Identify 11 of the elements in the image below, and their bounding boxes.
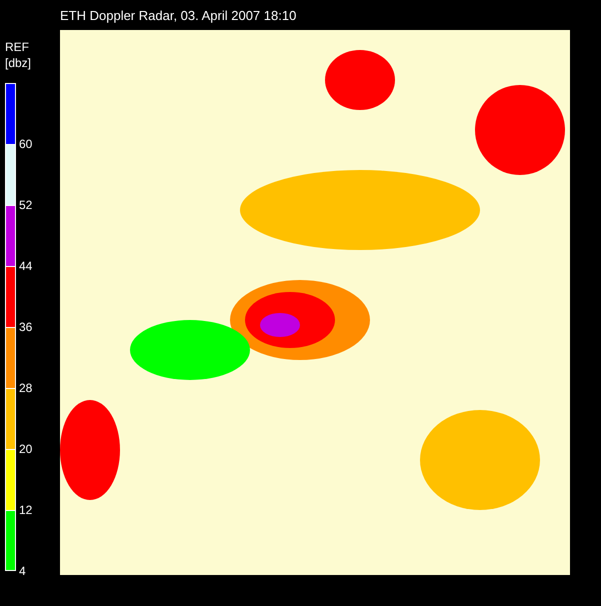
legend-value: 28 [19, 382, 32, 394]
legend-value: 20 [19, 443, 32, 455]
legend-value: 36 [19, 321, 32, 333]
legend-unit: [dbz] [4, 55, 32, 71]
legend-value: 4 [19, 565, 26, 577]
legend-value: 60 [19, 138, 32, 150]
legend-value: 12 [19, 504, 32, 516]
legend-title: REF [4, 39, 30, 55]
legend-value: 52 [19, 199, 32, 211]
radar-title: ETH Doppler Radar, 03. April 2007 18:10 [59, 7, 298, 25]
legend-value: 44 [19, 260, 32, 272]
